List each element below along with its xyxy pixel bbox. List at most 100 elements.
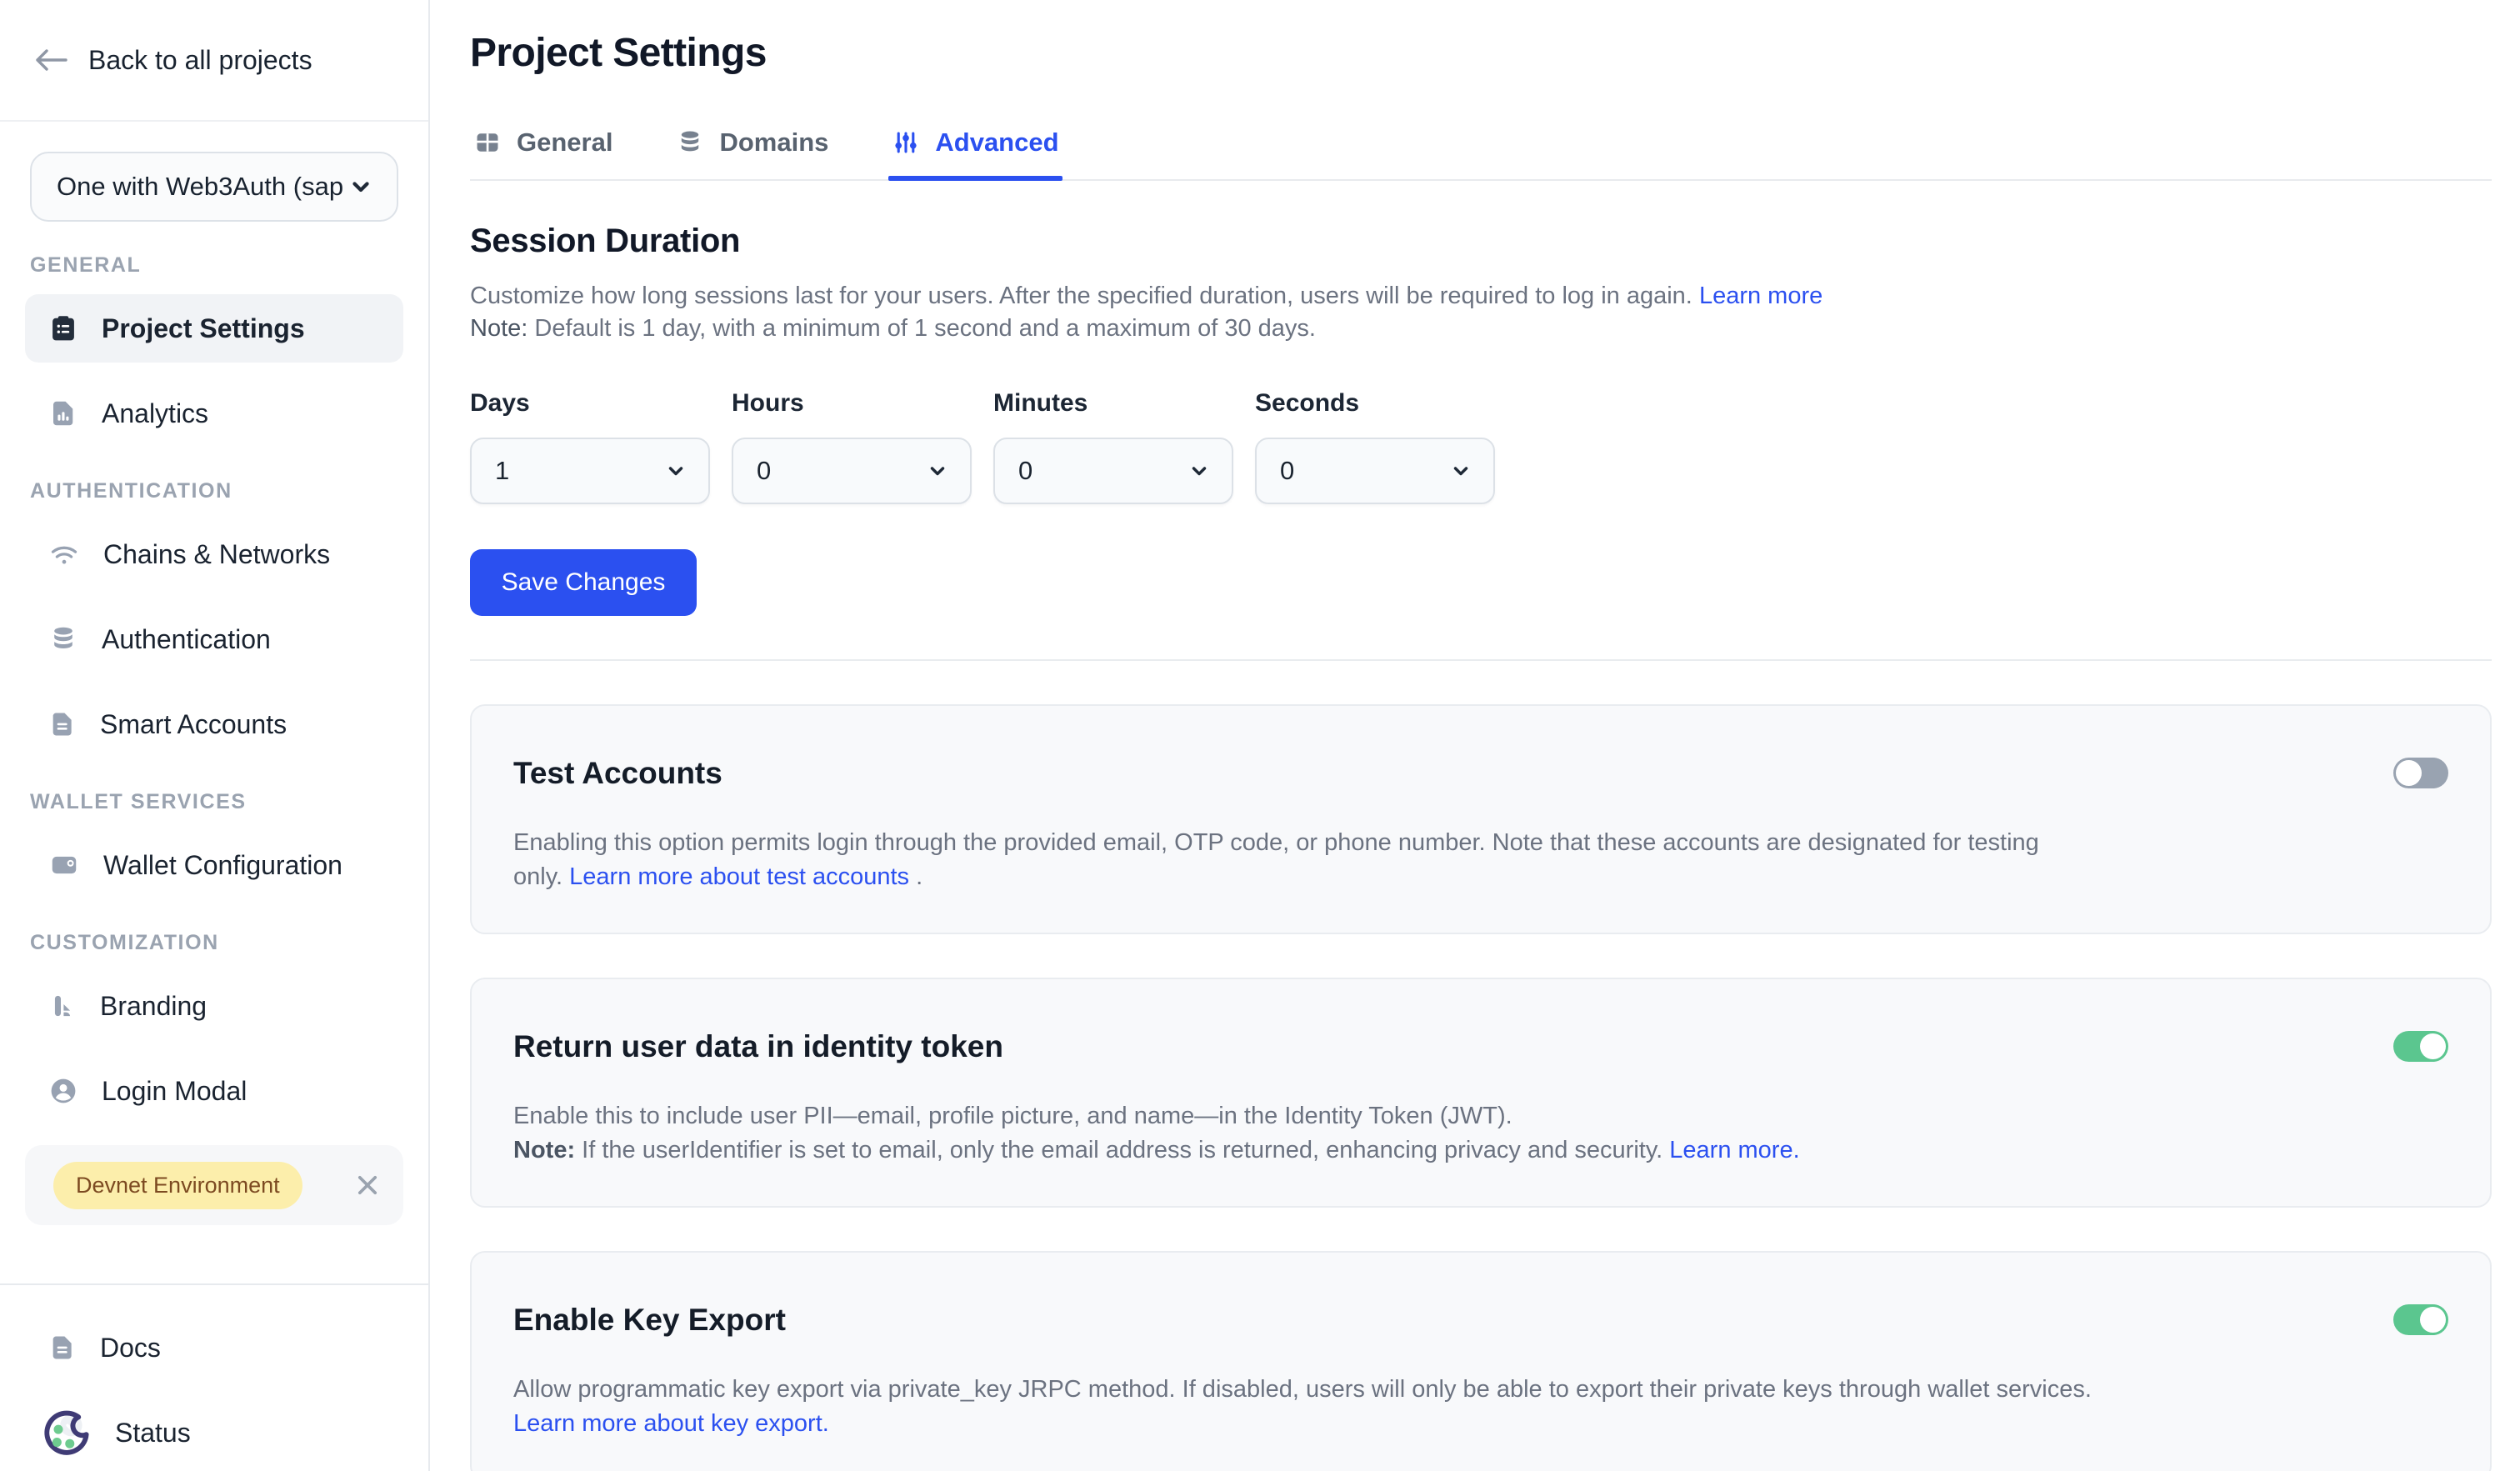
- chevron-down-icon: [927, 460, 948, 482]
- page-title: Project Settings: [470, 30, 2492, 76]
- file-icon: [48, 710, 77, 738]
- database-icon: [48, 624, 78, 654]
- chevron-down-icon: [1188, 460, 1210, 482]
- card-description: Allow programmatic key export via privat…: [513, 1373, 2448, 1441]
- branding-icon: [48, 992, 77, 1020]
- wallet-icon: [48, 849, 80, 881]
- sidebar-item-label: Smart Accounts: [100, 709, 287, 740]
- minutes-value: 0: [1018, 456, 1032, 486]
- sliders-icon: [892, 128, 920, 157]
- section-divider: [470, 659, 2492, 661]
- back-label: Back to all projects: [88, 45, 312, 76]
- table-icon: [473, 128, 502, 157]
- duration-controls: Days 1 Hours 0 Minutes 0: [470, 389, 2492, 504]
- user-circle-icon: [48, 1076, 78, 1106]
- sidebar-item-label: Analytics: [102, 398, 208, 429]
- sidebar-footer: Docs Status: [0, 1283, 428, 1467]
- key-export-card: Enable Key Export Allow programmatic key…: [470, 1251, 2492, 1471]
- learn-more-link[interactable]: Learn more: [1699, 283, 1822, 309]
- test-accounts-toggle[interactable]: [2393, 758, 2448, 788]
- section-description: Customize how long sessions last for you…: [470, 282, 2492, 343]
- section-label-wallet-services: WALLET SERVICES: [30, 790, 398, 814]
- card-title: Return user data in identity token: [513, 1029, 1003, 1064]
- hours-label: Hours: [732, 389, 972, 418]
- sidebar-item-chains-networks[interactable]: Chains & Networks: [25, 520, 403, 588]
- learn-more-test-accounts-link[interactable]: Learn more about test accounts: [569, 863, 909, 890]
- tab-bar: General Domains Advanced: [470, 121, 2492, 181]
- minutes-label: Minutes: [993, 389, 1233, 418]
- hours-select[interactable]: 0: [732, 438, 972, 504]
- sidebar-item-label: Docs: [100, 1333, 161, 1363]
- card-title: Test Accounts: [513, 756, 722, 791]
- identity-token-toggle[interactable]: [2393, 1031, 2448, 1062]
- identity-token-card: Return user data in identity token Enabl…: [470, 978, 2492, 1208]
- sidebar-item-label: Status: [115, 1418, 191, 1448]
- hours-value: 0: [757, 456, 771, 486]
- sidebar-item-analytics[interactable]: Analytics: [25, 379, 403, 448]
- days-value: 1: [495, 456, 509, 486]
- test-accounts-card: Test Accounts Enabling this option permi…: [470, 704, 2492, 934]
- chevron-down-icon: [1450, 460, 1472, 482]
- card-description: Enabling this option permits login throu…: [513, 826, 2448, 894]
- save-changes-button[interactable]: Save Changes: [470, 549, 697, 616]
- section-label-authentication: AUTHENTICATION: [30, 479, 398, 503]
- seconds-field: Seconds 0: [1255, 389, 1495, 504]
- back-to-projects-button[interactable]: Back to all projects: [0, 0, 428, 122]
- description-text: only.: [513, 863, 569, 890]
- learn-more-identity-link[interactable]: Learn more.: [1669, 1137, 1799, 1163]
- toggle-knob: [2420, 1033, 2446, 1059]
- main-content: Project Settings General Domains Advance…: [430, 30, 2520, 1471]
- arrow-left-icon: [33, 48, 68, 73]
- hours-field: Hours 0: [732, 389, 972, 504]
- key-export-toggle[interactable]: [2393, 1304, 2448, 1335]
- tab-advanced[interactable]: Advanced: [888, 121, 1062, 179]
- description-text: Enable this to include user PII—email, p…: [513, 1103, 1512, 1129]
- sidebar-item-label: Authentication: [102, 624, 271, 655]
- note-label: Note:: [470, 315, 528, 342]
- sidebar-item-docs[interactable]: Docs: [25, 1313, 403, 1382]
- sidebar-item-project-settings[interactable]: Project Settings: [25, 294, 403, 363]
- seconds-select[interactable]: 0: [1255, 438, 1495, 504]
- tab-label: Advanced: [935, 128, 1058, 158]
- analytics-icon: [48, 398, 78, 428]
- note-text: If the userIdentifier is set to email, o…: [575, 1137, 1669, 1163]
- sidebar-item-status[interactable]: Status: [25, 1398, 403, 1467]
- project-selector[interactable]: One with Web3Auth (sap: [30, 152, 398, 222]
- sidebar-nav: GENERAL Project Settings Analytics AUTHE…: [0, 253, 428, 1125]
- seconds-label: Seconds: [1255, 389, 1495, 418]
- learn-more-key-export-link[interactable]: Learn more about key export.: [513, 1410, 829, 1437]
- section-label-general: GENERAL: [30, 253, 398, 278]
- sidebar: Back to all projects One with Web3Auth (…: [0, 0, 430, 1471]
- tab-general[interactable]: General: [470, 121, 616, 179]
- session-duration-section: Session Duration Customize how long sess…: [470, 223, 2492, 616]
- sidebar-item-smart-accounts[interactable]: Smart Accounts: [25, 690, 403, 758]
- description-text: Enabling this option permits login throu…: [513, 829, 2039, 856]
- sidebar-item-authentication[interactable]: Authentication: [25, 605, 403, 673]
- section-label-customization: CUSTOMIZATION: [30, 931, 398, 955]
- sidebar-item-wallet-configuration[interactable]: Wallet Configuration: [25, 831, 403, 899]
- sidebar-item-label: Wallet Configuration: [103, 850, 342, 881]
- card-title: Enable Key Export: [513, 1303, 786, 1338]
- description-text: Customize how long sessions last for you…: [470, 283, 1692, 309]
- database-icon: [676, 128, 704, 157]
- minutes-select[interactable]: 0: [993, 438, 1233, 504]
- close-icon[interactable]: [353, 1171, 382, 1199]
- days-field: Days 1: [470, 389, 710, 504]
- tab-domains[interactable]: Domains: [672, 121, 832, 179]
- sidebar-item-label: Chains & Networks: [103, 539, 330, 570]
- chevron-down-icon: [348, 174, 373, 199]
- card-description: Enable this to include user PII—email, p…: [513, 1099, 2448, 1168]
- docs-icon: [48, 1333, 77, 1362]
- sidebar-item-branding[interactable]: Branding: [25, 972, 403, 1040]
- clipboard-icon: [48, 313, 78, 343]
- cookie-status-icon: [40, 1405, 95, 1460]
- description-text: Allow programmatic key export via privat…: [513, 1376, 2092, 1403]
- minutes-field: Minutes 0: [993, 389, 1233, 504]
- tab-label: Domains: [719, 128, 828, 158]
- note-label: Note:: [513, 1137, 575, 1163]
- sidebar-item-label: Branding: [100, 991, 207, 1022]
- days-select[interactable]: 1: [470, 438, 710, 504]
- sidebar-item-label: Login Modal: [102, 1076, 247, 1107]
- section-heading: Session Duration: [470, 223, 2492, 260]
- sidebar-item-login-modal[interactable]: Login Modal: [25, 1057, 403, 1125]
